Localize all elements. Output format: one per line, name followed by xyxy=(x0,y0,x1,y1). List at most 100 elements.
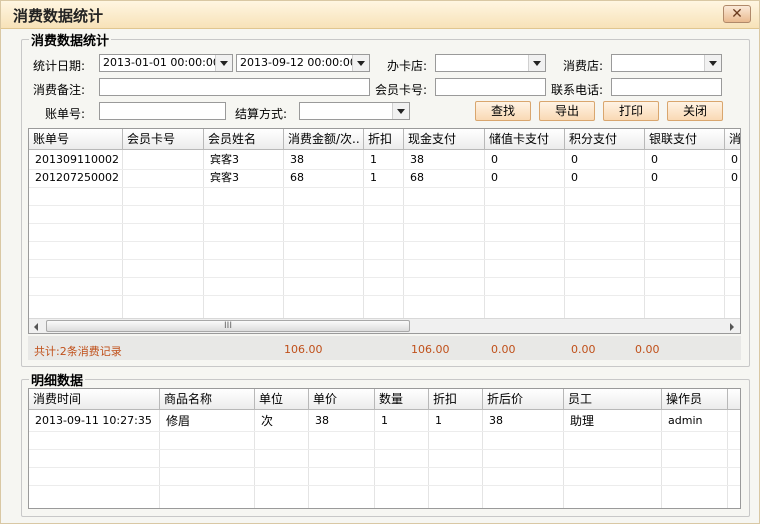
chevron-down-icon[interactable] xyxy=(392,103,409,119)
cell-unit: 次 xyxy=(261,414,274,428)
summary-amount: 106.00 xyxy=(284,343,323,356)
column-header-qty[interactable]: 数量 xyxy=(375,389,429,410)
cell-staff: 助理 xyxy=(570,414,595,428)
cell-amount: 38 xyxy=(290,153,304,166)
grid-line xyxy=(29,485,740,486)
column-header-unit[interactable]: 单位 xyxy=(255,389,309,410)
cell-price: 38 xyxy=(315,414,329,427)
cell-qty: 1 xyxy=(381,414,388,427)
column-header-price[interactable]: 单价 xyxy=(309,389,375,410)
column-header-amount[interactable]: 消费金额/次.. xyxy=(284,129,364,150)
column-header-detail-discount[interactable]: 折扣 xyxy=(429,389,483,410)
summary-cash: 106.00 xyxy=(411,343,450,356)
horizontal-scrollbar[interactable]: III xyxy=(29,318,740,333)
date-end-select[interactable]: 2013-09-12 00:00:00 xyxy=(236,54,370,72)
close-button[interactable]: 关闭 xyxy=(667,101,723,121)
phone-label: 联系电话: xyxy=(551,83,604,97)
print-button[interactable]: 打印 xyxy=(603,101,659,121)
grid-line xyxy=(29,223,740,224)
remark-input[interactable] xyxy=(99,78,370,96)
cell-cash: 68 xyxy=(410,171,424,184)
stats-group-title: 消费数据统计 xyxy=(29,30,112,49)
column-header-member-card[interactable]: 会员卡号 xyxy=(123,129,204,150)
cell-stored-card: 0 xyxy=(491,153,498,166)
chevron-down-icon[interactable] xyxy=(704,55,721,71)
cell-more: 0 xyxy=(731,153,738,166)
payment-select[interactable] xyxy=(299,102,410,120)
grid-line xyxy=(29,449,740,450)
grid-line xyxy=(29,431,740,432)
consume-store-label: 消费店: xyxy=(563,59,604,73)
window-close-button[interactable]: ✕ xyxy=(723,5,751,23)
member-card-input[interactable] xyxy=(435,78,546,96)
export-button[interactable]: 导出 xyxy=(539,101,595,121)
column-header-stored-card[interactable]: 储值卡支付 xyxy=(485,129,565,150)
summary-points: 0.00 xyxy=(571,343,596,356)
column-header-member-name[interactable]: 会员姓名 xyxy=(204,129,284,150)
table-row[interactable]: 201309110002 宾客3 38 1 38 0 0 0 0 xyxy=(29,151,740,169)
grid-line xyxy=(29,205,740,206)
cell-member-name: 宾客3 xyxy=(210,171,239,184)
grid-line xyxy=(29,295,740,296)
scrollbar-grip: III xyxy=(224,321,232,331)
cell-discount: 1 xyxy=(370,171,377,184)
close-icon: ✕ xyxy=(731,6,743,22)
column-header-filler xyxy=(728,389,740,410)
bill-no-label: 账单号: xyxy=(45,107,86,121)
cell-stored-card: 0 xyxy=(491,171,498,184)
column-header-product[interactable]: 商品名称 xyxy=(160,389,255,410)
title-bar: 消费数据统计 ✕ xyxy=(1,1,759,29)
cell-points: 0 xyxy=(571,171,578,184)
grid-line xyxy=(29,187,740,188)
phone-input[interactable] xyxy=(611,78,722,96)
grid-line xyxy=(29,241,740,242)
detail-table[interactable]: 消费时间 商品名称 单位 单价 数量 折扣 折后价 员工 操作员 2013-09… xyxy=(28,388,741,509)
scrollbar-thumb[interactable]: III xyxy=(46,320,410,332)
date-end-value: 2013-09-12 00:00:00 xyxy=(240,56,357,69)
column-header-discounted-price[interactable]: 折后价 xyxy=(483,389,564,410)
cell-discounted-price: 38 xyxy=(489,414,503,427)
scroll-right-icon[interactable] xyxy=(730,323,734,331)
consumption-table[interactable]: 账单号 会员卡号 会员姓名 消费金额/次.. 折扣 现金支付 储值卡支付 积分支… xyxy=(28,128,741,334)
card-store-select[interactable] xyxy=(435,54,546,72)
bill-no-input[interactable] xyxy=(99,102,226,120)
cell-cash: 38 xyxy=(410,153,424,166)
cell-bill-no: 201207250002 xyxy=(35,171,119,184)
search-button[interactable]: 查找 xyxy=(475,101,531,121)
member-card-label: 会员卡号: xyxy=(375,83,428,97)
column-header-points[interactable]: 积分支付 xyxy=(565,129,645,150)
summary-unionpay: 0.00 xyxy=(635,343,660,356)
column-header-discount[interactable]: 折扣 xyxy=(364,129,404,150)
stats-window: 消费数据统计 ✕ 消费数据统计 统计日期: 2013-01-01 00:00:0… xyxy=(0,0,760,524)
column-header-bill-no[interactable]: 账单号 xyxy=(29,129,123,150)
column-header-staff[interactable]: 员工 xyxy=(564,389,662,410)
detail-group-title: 明细数据 xyxy=(29,370,86,389)
grid-line xyxy=(29,467,740,468)
grid-line xyxy=(29,259,740,260)
scroll-left-icon[interactable] xyxy=(34,323,38,331)
chevron-down-icon[interactable] xyxy=(215,55,232,71)
cell-unionpay: 0 xyxy=(651,171,658,184)
table-row[interactable]: 201207250002 宾客3 68 1 68 0 0 0 0 xyxy=(29,169,740,187)
date-start-select[interactable]: 2013-01-01 00:00:00 xyxy=(99,54,233,72)
cell-points: 0 xyxy=(571,153,578,166)
consume-store-select[interactable] xyxy=(611,54,722,72)
column-header-time[interactable]: 消费时间 xyxy=(29,389,160,410)
chevron-down-icon[interactable] xyxy=(352,55,369,71)
cell-amount: 68 xyxy=(290,171,304,184)
chevron-down-icon[interactable] xyxy=(528,55,545,71)
cell-member-name: 宾客3 xyxy=(210,153,239,166)
column-header-operator[interactable]: 操作员 xyxy=(662,389,728,410)
summary-stored: 0.00 xyxy=(491,343,516,356)
cell-discount: 1 xyxy=(370,153,377,166)
column-header-cash[interactable]: 现金支付 xyxy=(404,129,485,150)
cell-member-card xyxy=(123,169,203,187)
column-header-more[interactable]: 消 xyxy=(725,129,740,150)
payment-label: 结算方式: xyxy=(235,107,288,121)
cell-bill-no: 201309110002 xyxy=(35,153,119,166)
cell-member-card xyxy=(123,151,203,169)
date-start-value: 2013-01-01 00:00:00 xyxy=(103,56,220,69)
column-header-unionpay[interactable]: 银联支付 xyxy=(645,129,725,150)
card-store-label: 办卡店: xyxy=(387,59,428,73)
table-row[interactable]: 2013-09-11 10:27:35 修眉 次 38 1 1 38 助理 ad… xyxy=(29,411,740,431)
